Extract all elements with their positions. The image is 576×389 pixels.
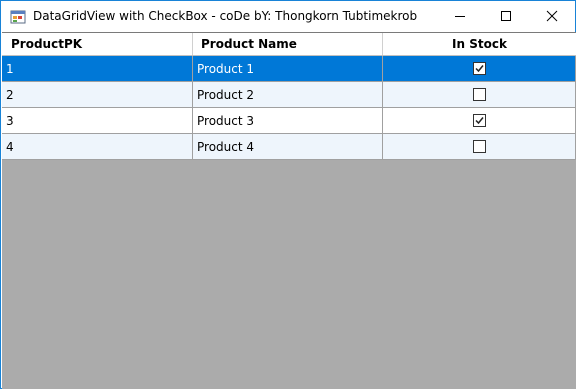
cell-product-name[interactable]: Product 2	[193, 82, 383, 108]
column-header-productpk[interactable]: ProductPK	[2, 33, 193, 55]
close-icon	[546, 7, 558, 26]
cell-productpk[interactable]: 2	[2, 82, 193, 108]
windows-form-icon[interactable]	[10, 9, 26, 25]
column-header-in-stock[interactable]: In Stock	[383, 33, 576, 55]
cell-productpk[interactable]: 4	[2, 134, 193, 160]
cell-product-name[interactable]: Product 3	[193, 108, 383, 134]
cell-in-stock[interactable]	[383, 82, 576, 108]
table-row[interactable]: 3 Product 3	[2, 108, 576, 134]
cell-product-name[interactable]: Product 4	[193, 134, 383, 160]
cell-productpk[interactable]: 1	[2, 56, 193, 82]
table-row[interactable]: 4 Product 4	[2, 134, 576, 160]
table-row[interactable]: 2 Product 2	[2, 82, 576, 108]
close-button[interactable]	[529, 1, 575, 32]
cell-product-name[interactable]: Product 1	[193, 56, 383, 82]
minimize-icon	[454, 7, 466, 26]
checkmark-icon	[475, 65, 484, 73]
in-stock-checkbox[interactable]	[473, 140, 486, 153]
app-window: DataGridView with CheckBox - coDe bY: Th…	[0, 0, 576, 389]
grid-header-row: ProductPK Product Name In Stock	[2, 33, 576, 56]
maximize-icon	[500, 7, 512, 26]
checkmark-icon	[475, 117, 484, 125]
cell-in-stock[interactable]	[383, 108, 576, 134]
cell-productpk[interactable]: 3	[2, 108, 193, 134]
in-stock-checkbox[interactable]	[473, 88, 486, 101]
cell-in-stock[interactable]	[383, 56, 576, 82]
table-row[interactable]: 1 Product 1	[2, 56, 576, 82]
data-grid-view[interactable]: ProductPK Product Name In Stock 1 Produc…	[2, 32, 576, 389]
in-stock-checkbox[interactable]	[473, 62, 486, 75]
cell-in-stock[interactable]	[383, 134, 576, 160]
window-title: DataGridView with CheckBox - coDe bY: Th…	[33, 9, 418, 23]
in-stock-checkbox[interactable]	[473, 114, 486, 127]
title-bar[interactable]: DataGridView with CheckBox - coDe bY: Th…	[1, 1, 575, 32]
maximize-button[interactable]	[483, 1, 529, 32]
column-header-product-name[interactable]: Product Name	[193, 33, 383, 55]
minimize-button[interactable]	[437, 1, 483, 32]
